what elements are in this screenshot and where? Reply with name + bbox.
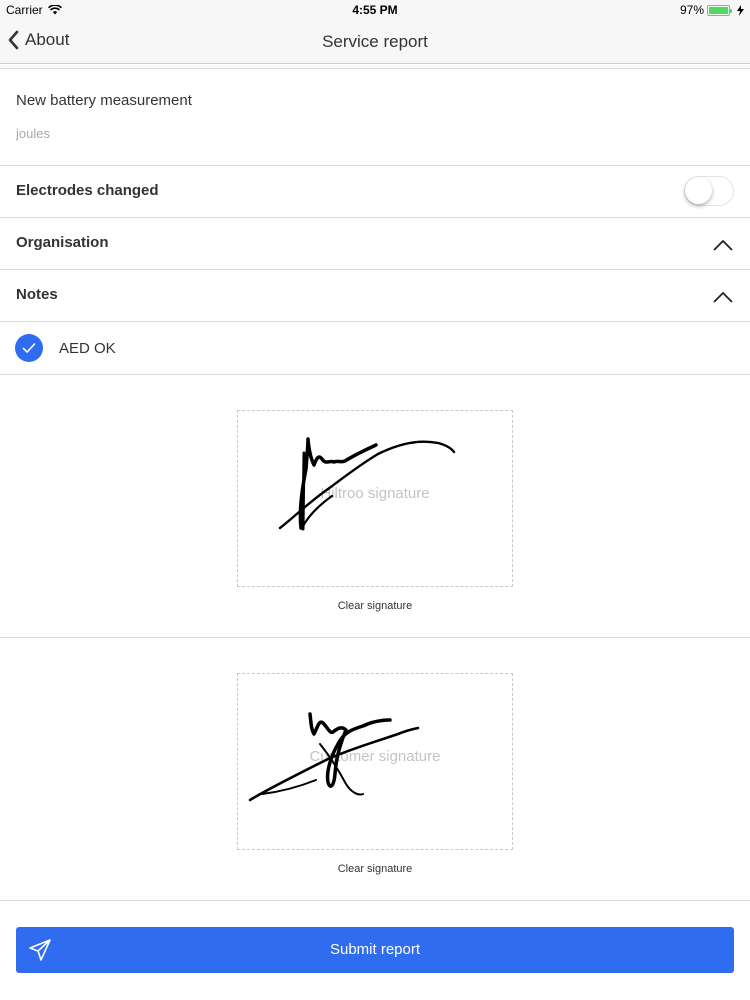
toggle-knob [685, 177, 712, 204]
signature-stroke [248, 712, 420, 802]
chevron-up-icon[interactable] [712, 286, 734, 308]
chevron-up-icon[interactable] [712, 234, 734, 256]
checkmark-icon [22, 343, 36, 353]
aed-ok-row: AED OK [0, 322, 750, 375]
battery-icon [707, 4, 732, 16]
page-title: Service report [322, 32, 428, 51]
battery-measurement-input[interactable] [16, 122, 716, 144]
battery-measurement-label: New battery measurement [16, 92, 192, 109]
organisation-label: Organisation [16, 234, 109, 251]
organisation-row[interactable]: Organisation [0, 218, 750, 270]
charging-icon [737, 4, 744, 16]
navigation-bar: About Service report [0, 20, 750, 64]
aed-ok-label: AED OK [59, 340, 116, 357]
submit-label: Submit report [329, 941, 421, 958]
customer-signature-section: Customer signature Clear signature [0, 638, 750, 901]
submit-report-button[interactable]: Submit report [16, 927, 734, 973]
clear-signature-button[interactable]: Clear signature [0, 600, 750, 612]
aed-ok-checkbox[interactable] [15, 334, 43, 362]
electrodes-label: Electrodes changed [16, 182, 159, 199]
clear-signature-button[interactable]: Clear signature [0, 863, 750, 875]
status-bar: Carrier 4:55 PM 97% [0, 0, 750, 20]
electrodes-row: Electrodes changed [0, 166, 750, 218]
status-time: 4:55 PM [352, 3, 398, 17]
battery-percent: 97% [679, 3, 704, 17]
battery-group: 97% [680, 3, 744, 17]
top-divider [0, 65, 750, 69]
technician-signature-section: Hiltroo signature Clear signature [0, 375, 750, 638]
battery-measurement-section: New battery measurement [0, 70, 750, 166]
technician-signature-pad[interactable]: Hiltroo signature [237, 410, 513, 587]
customer-signature-pad[interactable]: Customer signature [237, 673, 513, 850]
notes-row[interactable]: Notes [0, 270, 750, 322]
signature-stroke [278, 437, 456, 531]
electrodes-toggle[interactable] [684, 176, 734, 206]
notes-label: Notes [16, 286, 58, 303]
